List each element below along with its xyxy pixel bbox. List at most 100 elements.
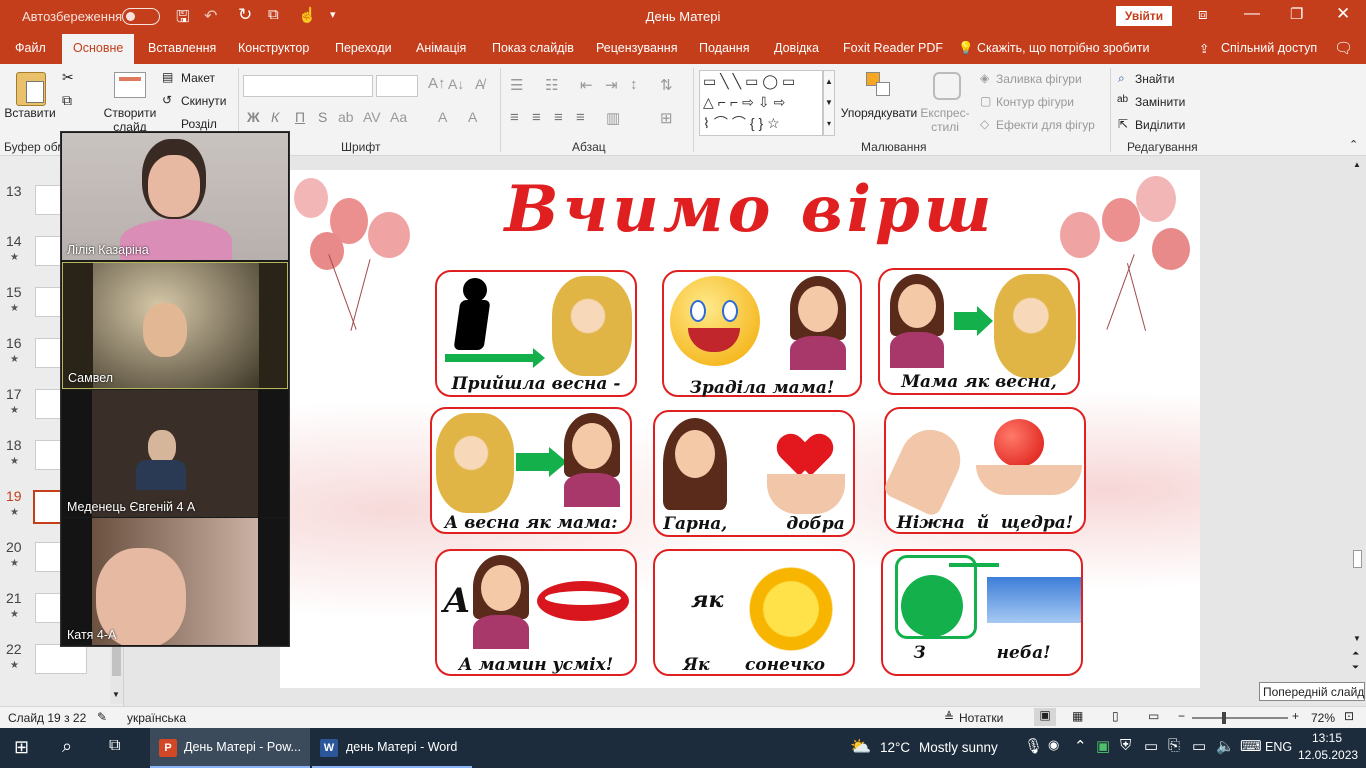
zoom-in-icon[interactable]: + [1292, 709, 1299, 723]
slide-canvas[interactable]: Вчимо вірш Прийшла весна - Зраділа мама! [280, 170, 1200, 688]
tab-design[interactable]: Конструктор [238, 41, 309, 55]
font-name-box[interactable] [243, 75, 373, 97]
bullets-icon[interactable]: ☰ [510, 76, 523, 94]
tab-file[interactable]: Файл [15, 41, 46, 55]
shape-fill-button[interactable]: Заливка фігури [996, 72, 1082, 86]
taskbar-word[interactable]: W день Матері - Word [312, 728, 472, 768]
language-indicator[interactable]: українська [127, 711, 186, 725]
justify-icon[interactable]: ≡ [576, 109, 585, 126]
reading-view-icon[interactable]: ▯ [1112, 709, 1119, 723]
tab-help[interactable]: Довідка [774, 41, 819, 55]
decrease-indent-icon[interactable]: ⇤ [580, 76, 593, 94]
font-color-dropdown-icon[interactable]: A [468, 109, 477, 125]
clock-date[interactable]: 12.05.2023 [1298, 748, 1358, 762]
shapes-gallery[interactable]: ▭╲╲▭◯▭ △⌐⌐⇨⇩⇨ ⌇⌒⌒{}☆ [699, 70, 823, 136]
video-tile[interactable]: Меденець Євгеній 4 А [62, 390, 288, 517]
microphone-icon[interactable]: 🎙 [1024, 737, 1043, 755]
layout-button[interactable]: Макет [181, 71, 215, 85]
sign-in-button[interactable]: Увійти [1116, 6, 1172, 26]
input-language[interactable]: ENG [1265, 740, 1292, 754]
shape-effects-button[interactable]: Ефекти для фігур [996, 118, 1095, 132]
tab-insert[interactable]: Вставлення [148, 41, 216, 55]
bold-button[interactable]: Ж [247, 109, 260, 125]
change-case-icon[interactable]: Aa [390, 109, 407, 125]
weather-text[interactable]: Mostly sunny [919, 740, 998, 755]
underline-button[interactable]: П [295, 109, 305, 125]
tab-review[interactable]: Рецензування [596, 41, 677, 55]
share-button[interactable]: Спільний доступ [1221, 41, 1317, 55]
security-icon[interactable]: ⛨ [1120, 737, 1131, 754]
font-color-icon[interactable]: A [438, 109, 447, 125]
clear-format-icon[interactable]: A̸ [475, 76, 484, 92]
text-direction-icon[interactable]: ⇅ [660, 76, 673, 94]
video-tile[interactable]: Лілія Казаріна [62, 133, 288, 260]
ribbon-display-icon[interactable]: ⧈ [1198, 6, 1208, 23]
arrange-icon[interactable] [866, 72, 892, 98]
align-center-icon[interactable]: ≡ [532, 109, 541, 126]
normal-view-icon[interactable]: ▣ [1034, 708, 1056, 726]
video-tile[interactable]: Катя 4-А [62, 518, 288, 645]
spelling-icon[interactable]: ✎ [97, 710, 107, 724]
smartart-icon[interactable]: ⊞ [660, 109, 673, 127]
zoom-slider[interactable] [1192, 712, 1288, 724]
zoom-app-icon[interactable]: ◉ [1048, 737, 1059, 753]
search-icon[interactable]: ⌕ [62, 736, 72, 757]
video-tile[interactable]: Самвел [62, 262, 288, 389]
tab-foxit[interactable]: Foxit Reader PDF [843, 41, 943, 55]
find-button[interactable]: Знайти [1135, 72, 1174, 86]
volume-icon[interactable]: 🔈 [1216, 737, 1235, 755]
align-right-icon[interactable]: ≡ [554, 109, 563, 126]
grow-font-icon[interactable]: A↑ [428, 75, 446, 92]
quick-styles-icon[interactable] [933, 72, 961, 100]
new-slide-icon[interactable] [114, 72, 146, 98]
cut-icon[interactable]: ✂ [62, 69, 74, 86]
tab-transitions[interactable]: Переходи [335, 41, 392, 55]
section-button[interactable]: Розділ [181, 117, 217, 131]
strike-button[interactable]: S [318, 109, 327, 125]
weather-temp[interactable]: 12°C [880, 740, 910, 755]
start-icon[interactable]: ⊞ [14, 737, 29, 758]
shrink-font-icon[interactable]: A↓ [448, 76, 464, 92]
select-button[interactable]: Виділити [1135, 118, 1185, 132]
shape-outline-button[interactable]: Контур фігури [996, 95, 1074, 109]
slide-sorter-icon[interactable]: ▦ [1072, 709, 1083, 723]
slideshow-icon[interactable]: ▭ [1148, 709, 1159, 723]
tab-slideshow[interactable]: Показ слайдів [492, 41, 574, 55]
font-size-box[interactable] [376, 75, 418, 97]
tell-me-search[interactable]: Скажіть, що потрібно зробити [977, 41, 1150, 55]
keyboard-icon[interactable]: ⌨ [1240, 737, 1262, 755]
increase-indent-icon[interactable]: ⇥ [605, 76, 618, 94]
tab-home[interactable]: Основне [62, 34, 135, 64]
clock-time[interactable]: 13:15 [1302, 731, 1352, 745]
fit-to-window-icon[interactable]: ⊡ [1344, 709, 1354, 723]
line-spacing-icon[interactable]: ↕ [630, 76, 638, 93]
minimize-icon[interactable]: — [1244, 5, 1260, 23]
quick-styles-button[interactable]: Експрес-стилі [918, 106, 972, 134]
columns-icon[interactable]: ▥ [606, 109, 620, 127]
close-icon[interactable]: ✕ [1336, 4, 1350, 24]
slide-scrollbar[interactable]: ▲ ▼ ⏶ ⏷ [1350, 156, 1365, 688]
italic-button[interactable]: К [271, 109, 279, 125]
tab-animations[interactable]: Анімація [416, 41, 466, 55]
network-icon[interactable]: ⎘ [1168, 737, 1180, 754]
align-left-icon[interactable]: ≡ [510, 109, 519, 126]
taskbar-powerpoint[interactable]: P День Матері - Pow... [150, 728, 310, 768]
collapse-ribbon-icon[interactable]: ⌃ [1349, 138, 1358, 151]
reset-button[interactable]: Скинути [181, 94, 226, 108]
arrange-button[interactable]: Упорядкувати [838, 106, 920, 120]
notes-button[interactable]: Нотатки [959, 711, 1003, 725]
chevron-up-icon[interactable]: ⌃ [1074, 737, 1087, 755]
zoom-out-icon[interactable]: − [1178, 709, 1185, 723]
restore-icon[interactable]: ❐ [1290, 5, 1303, 23]
new-slide-button[interactable]: Створити слайд [100, 106, 160, 134]
app-tray-icon[interactable]: ▣ [1096, 737, 1110, 755]
slide-thumbnail[interactable] [35, 644, 87, 674]
display-icon[interactable]: ▭ [1144, 737, 1158, 755]
battery-icon[interactable]: ▭ [1192, 737, 1206, 755]
task-view-icon[interactable]: ⧉ [109, 737, 120, 755]
comments-icon[interactable]: 🗨 [1334, 39, 1353, 57]
zoom-level[interactable]: 72% [1311, 711, 1335, 725]
replace-button[interactable]: Замінити [1135, 95, 1185, 109]
numbering-icon[interactable]: ☷ [545, 76, 558, 94]
copy-icon[interactable]: ⧉ [62, 92, 72, 109]
